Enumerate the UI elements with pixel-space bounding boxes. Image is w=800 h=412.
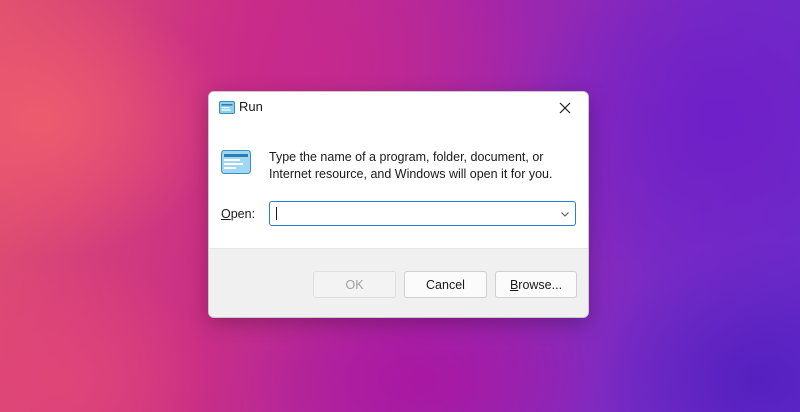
title-bar[interactable]: Run	[209, 92, 588, 124]
open-label-text: pen:	[230, 207, 256, 221]
chevron-down-icon[interactable]	[559, 208, 571, 220]
text-cursor	[276, 207, 277, 220]
browse-button[interactable]: Browse...	[495, 271, 577, 298]
cancel-button[interactable]: Cancel	[404, 271, 487, 298]
open-label: Open:	[221, 207, 255, 221]
run-program-icon	[221, 150, 251, 174]
open-combobox[interactable]	[269, 201, 576, 226]
open-input[interactable]	[270, 202, 550, 225]
run-description: Type the name of a program, folder, docu…	[269, 150, 553, 181]
dialog-body: Type the name of a program, folder, docu…	[209, 124, 588, 248]
close-icon	[559, 102, 571, 114]
run-dialog: Run Type the name of a program, folder, …	[208, 91, 589, 318]
dialog-footer: OK Cancel Browse...	[209, 248, 588, 317]
dialog-title: Run	[239, 99, 263, 114]
run-icon	[219, 101, 235, 114]
open-label-accelerator: O	[221, 207, 231, 221]
ok-button[interactable]: OK	[313, 271, 396, 298]
browse-accelerator: B	[509, 277, 519, 292]
browse-label-text: rowse...	[518, 277, 563, 292]
close-button[interactable]	[542, 92, 588, 124]
